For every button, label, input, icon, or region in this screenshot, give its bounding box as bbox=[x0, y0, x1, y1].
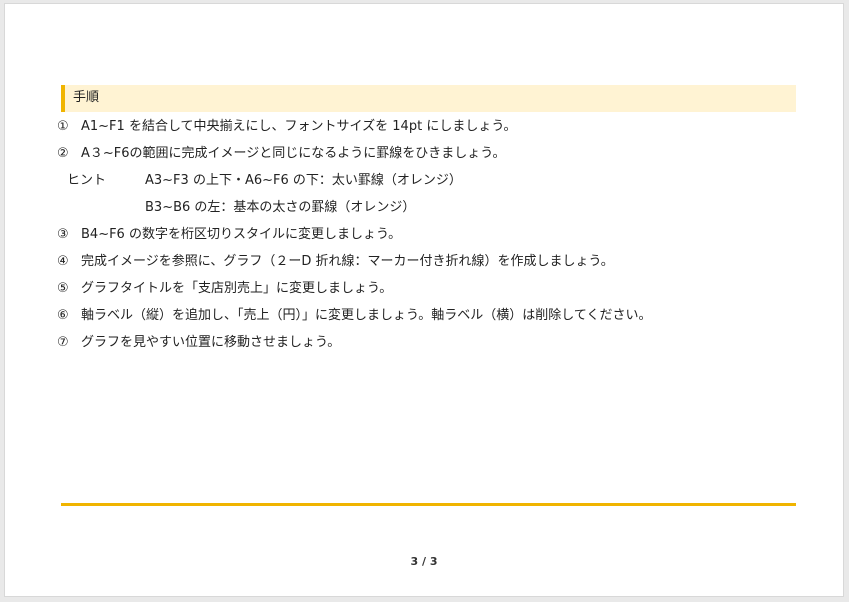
step-text: A1~F1 を結合して中央揃えにし、フォントサイズを 14pt にしましょう。 bbox=[81, 119, 517, 134]
step-number: ③ bbox=[57, 227, 69, 242]
step-number: ⑥ bbox=[57, 308, 69, 323]
step-text: グラフを見やすい位置に移動させましょう。 bbox=[81, 335, 341, 350]
step-number: ② bbox=[57, 146, 69, 161]
hint-text: B3~B6 の左：基本の太さの罫線（オレンジ） bbox=[145, 200, 416, 215]
step-text: 完成イメージを参照に、グラフ（２ーD 折れ線：マーカー付き折れ線）を作成しましょ… bbox=[81, 254, 614, 269]
section-header: 手順 bbox=[61, 85, 796, 112]
step-text: A３~F6の範囲に完成イメージと同じになるように罫線をひきましょう。 bbox=[81, 146, 506, 161]
step-number: ⑦ bbox=[57, 335, 69, 350]
step-text: グラフタイトルを「支店別売上」に変更しましょう。 bbox=[81, 281, 393, 296]
step-number: ① bbox=[57, 119, 69, 134]
document-page: 手順 ① A1~F1 を結合して中央揃えにし、フォントサイズを 14pt にしま… bbox=[4, 3, 844, 597]
step-number: ⑤ bbox=[57, 281, 69, 296]
section-title: 手順 bbox=[73, 90, 100, 105]
bottom-divider bbox=[61, 503, 796, 506]
step-text: B4~F6 の数字を桁区切りスタイルに変更しましょう。 bbox=[81, 227, 402, 242]
hint-label: ヒント bbox=[67, 173, 107, 188]
step-number: ④ bbox=[57, 254, 69, 269]
page-number: 3 / 3 bbox=[410, 555, 438, 568]
hint-text: A3~F3 の上下・A6~F6 の下：太い罫線（オレンジ） bbox=[145, 173, 462, 188]
step-text: 軸ラベル（縦）を追加し、「売上（円）」に変更しましょう。軸ラベル（横）は削除して… bbox=[81, 308, 652, 323]
